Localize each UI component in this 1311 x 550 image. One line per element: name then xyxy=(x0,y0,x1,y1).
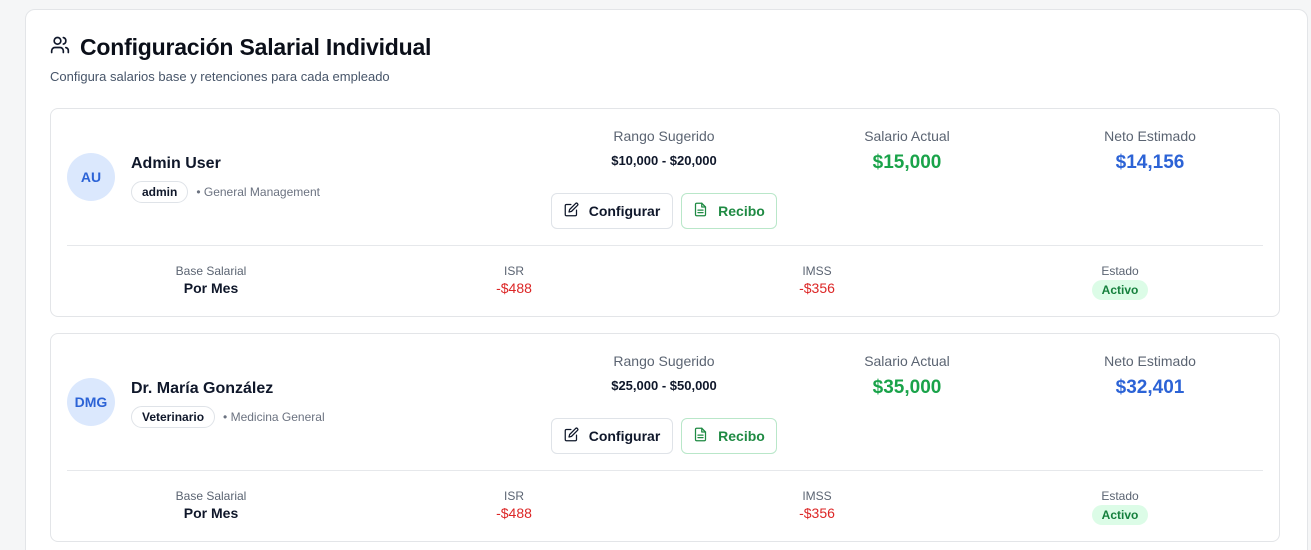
status-stat: Estado Activo xyxy=(1040,264,1200,300)
divider xyxy=(67,470,1263,471)
isr-label: ISR xyxy=(503,264,524,278)
suggested-range: Rango Sugerido $10,000 - $20,000 xyxy=(564,128,764,168)
isr-label: ISR xyxy=(503,489,524,503)
base-salary-label: Base Salarial xyxy=(175,489,247,503)
panel-header: Configuración Salarial Individual Config… xyxy=(50,34,431,84)
imss-value: -$356 xyxy=(799,280,835,296)
receipt-label: Recibo xyxy=(718,428,765,444)
employee-name: Dr. María González xyxy=(131,380,274,397)
current-salary-label: Salario Actual xyxy=(864,128,950,144)
isr-stat: ISR -$488 xyxy=(434,264,594,296)
configure-button[interactable]: Configurar xyxy=(551,193,673,229)
page-title: Configuración Salarial Individual xyxy=(80,34,432,60)
net-estimate: Neto Estimado $32,401 xyxy=(1050,353,1250,399)
net-estimate-label: Neto Estimado xyxy=(1104,353,1196,369)
status-badge: Activo xyxy=(1091,280,1149,300)
current-salary-value: $15,000 xyxy=(872,152,942,173)
role-badge: Veterinario xyxy=(131,406,216,428)
divider xyxy=(67,245,1263,246)
receipt-button[interactable]: Recibo xyxy=(681,418,777,454)
current-salary: Salario Actual $15,000 xyxy=(807,128,1007,174)
suggested-range: Rango Sugerido $25,000 - $50,000 xyxy=(564,353,764,393)
employee-card: AU Admin User admin • General Management… xyxy=(50,108,1280,317)
imss-label: IMSS xyxy=(802,489,832,503)
salary-config-panel: Configuración Salarial Individual Config… xyxy=(25,9,1308,550)
employee-card: DMG Dr. María González Veterinario • Med… xyxy=(50,333,1280,542)
employee-meta: admin • General Management xyxy=(131,181,320,203)
status-badge: Activo xyxy=(1091,505,1149,525)
department-label: • General Management xyxy=(196,185,320,199)
imss-label: IMSS xyxy=(802,264,832,278)
status-stat: Estado Activo xyxy=(1040,489,1200,525)
net-estimate-label: Neto Estimado xyxy=(1104,128,1196,144)
net-estimate: Neto Estimado $14,156 xyxy=(1050,128,1250,174)
page-subtitle: Configura salarios base y retenciones pa… xyxy=(50,69,390,84)
base-salary-value: Por Mes xyxy=(183,505,239,521)
configure-label: Configurar xyxy=(588,203,661,219)
title-row: Configuración Salarial Individual xyxy=(50,34,431,61)
edit-icon xyxy=(564,202,579,220)
range-label: Rango Sugerido xyxy=(613,353,715,369)
current-salary-value: $35,000 xyxy=(872,377,942,398)
range-value: $10,000 - $20,000 xyxy=(611,153,717,168)
isr-stat: ISR -$488 xyxy=(434,489,594,521)
configure-label: Configurar xyxy=(588,428,661,444)
base-salary-label: Base Salarial xyxy=(175,264,247,278)
file-text-icon xyxy=(693,427,708,445)
net-estimate-value: $14,156 xyxy=(1115,152,1185,173)
employee-meta: Veterinario • Medicina General xyxy=(131,406,325,428)
users-icon xyxy=(50,35,70,60)
base-salary-stat: Base Salarial Por Mes xyxy=(131,264,291,296)
imss-stat: IMSS -$356 xyxy=(737,489,897,521)
isr-value: -$488 xyxy=(496,505,532,521)
employee-name: Admin User xyxy=(131,155,221,172)
configure-button[interactable]: Configurar xyxy=(551,418,673,454)
receipt-button[interactable]: Recibo xyxy=(681,193,777,229)
status-label: Estado xyxy=(1101,264,1139,278)
current-salary: Salario Actual $35,000 xyxy=(807,353,1007,399)
base-salary-value: Por Mes xyxy=(183,280,239,296)
base-salary-stat: Base Salarial Por Mes xyxy=(131,489,291,521)
range-value: $25,000 - $50,000 xyxy=(611,378,717,393)
range-label: Rango Sugerido xyxy=(613,128,715,144)
avatar: AU xyxy=(67,153,115,201)
department-label: • Medicina General xyxy=(223,410,325,424)
role-badge: admin xyxy=(131,181,189,203)
isr-value: -$488 xyxy=(496,280,532,296)
imss-stat: IMSS -$356 xyxy=(737,264,897,296)
edit-icon xyxy=(564,427,579,445)
receipt-label: Recibo xyxy=(718,203,765,219)
avatar: DMG xyxy=(67,378,115,426)
imss-value: -$356 xyxy=(799,505,835,521)
status-label: Estado xyxy=(1101,489,1139,503)
file-text-icon xyxy=(693,202,708,220)
net-estimate-value: $32,401 xyxy=(1115,377,1185,398)
current-salary-label: Salario Actual xyxy=(864,353,950,369)
